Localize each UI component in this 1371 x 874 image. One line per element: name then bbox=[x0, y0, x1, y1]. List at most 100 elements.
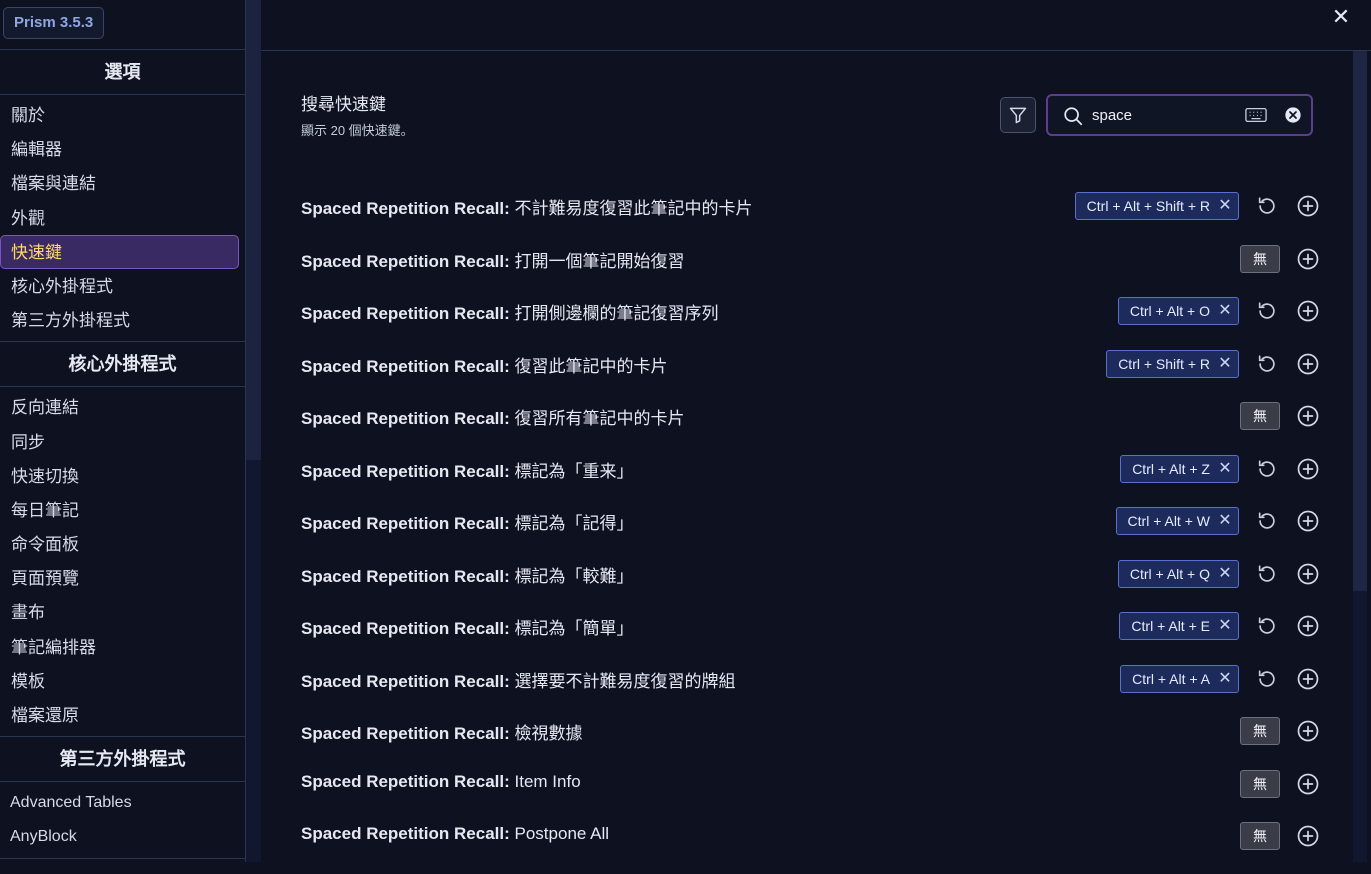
remove-hotkey-icon[interactable]: ✕ bbox=[1218, 565, 1232, 581]
version-header: Prism 3.5.3 bbox=[0, 0, 245, 50]
add-icon[interactable] bbox=[1295, 351, 1321, 377]
plugin-name: Spaced Repetition Recall: bbox=[301, 199, 510, 218]
sidebar-item[interactable]: 檔案與連結 bbox=[0, 166, 239, 200]
sidebar-item[interactable]: 同步 bbox=[0, 425, 239, 459]
hotkey-list: Spaced Repetition Recall: 不計難易度復習此筆記中的卡片… bbox=[301, 180, 1321, 863]
sidebar-item[interactable]: 筆記編排器 bbox=[0, 630, 239, 664]
command-name: 復習此筆記中的卡片 bbox=[514, 356, 668, 376]
add-icon[interactable] bbox=[1295, 298, 1321, 324]
close-icon[interactable]: ✕ bbox=[1329, 5, 1353, 29]
sidebar-section-title: 選項 bbox=[0, 50, 245, 95]
no-hotkey-badge: 無 bbox=[1240, 822, 1280, 850]
add-icon[interactable] bbox=[1295, 771, 1321, 797]
hotkey-row: Spaced Repetition Recall: 不計難易度復習此筆記中的卡片… bbox=[301, 180, 1321, 233]
hotkey-command-label: Spaced Repetition Recall: 打開側邊欄的筆記復習序列 bbox=[301, 299, 719, 324]
hotkey-chip[interactable]: Ctrl + Alt + Shift + R ✕ bbox=[1074, 192, 1239, 220]
hotkey-row: Spaced Repetition Recall: 標記為「記得」 Ctrl + … bbox=[301, 495, 1321, 548]
keyboard-icon[interactable] bbox=[1245, 106, 1267, 124]
remove-hotkey-icon[interactable]: ✕ bbox=[1218, 618, 1232, 634]
reset-icon[interactable] bbox=[1254, 508, 1280, 534]
command-name: 標記為「簡單」 bbox=[514, 619, 634, 638]
hotkey-controls: Ctrl + Alt + W ✕ bbox=[1115, 506, 1321, 536]
search-input[interactable] bbox=[1092, 104, 1232, 126]
command-name: 復習所有筆記中的卡片 bbox=[514, 409, 685, 428]
command-name: 打開側邊欄的筆記復習序列 bbox=[514, 304, 719, 323]
plugin-name: Spaced Repetition Recall: bbox=[301, 671, 510, 691]
hotkey-chip[interactable]: Ctrl + Alt + Z ✕ bbox=[1120, 454, 1239, 483]
sidebar-item[interactable]: 命令面板 bbox=[0, 527, 239, 561]
sidebar-item[interactable]: 檔案還原 bbox=[0, 698, 239, 732]
reset-icon[interactable] bbox=[1254, 351, 1280, 377]
sidebar-item[interactable]: 關於 bbox=[0, 98, 239, 132]
clear-icon[interactable] bbox=[1284, 106, 1302, 124]
filter-icon bbox=[1009, 107, 1027, 124]
hotkey-chip[interactable]: Ctrl + Alt + W ✕ bbox=[1115, 507, 1239, 535]
remove-hotkey-icon[interactable]: ✕ bbox=[1218, 670, 1232, 686]
hotkey-command-label: Spaced Repetition Recall: 標記為「較難」 bbox=[301, 562, 634, 587]
search-result-count: 顯示 20 個快速鍵。 bbox=[301, 123, 414, 138]
sidebar-item[interactable]: 外觀 bbox=[0, 201, 239, 235]
hotkey-controls: 無 bbox=[1240, 769, 1321, 799]
reset-icon[interactable] bbox=[1254, 193, 1280, 219]
panel-scrollbar-thumb[interactable] bbox=[1353, 51, 1367, 591]
sidebar-item[interactable]: AnyBlock bbox=[0, 819, 239, 853]
sidebar-item[interactable]: 編輯器 bbox=[0, 132, 239, 166]
hotkey-controls: Ctrl + Alt + O ✕ bbox=[1117, 296, 1321, 326]
sidebar-item[interactable]: 第三方外掛程式 bbox=[0, 303, 239, 337]
hotkey-controls: 無 bbox=[1240, 821, 1321, 851]
sidebar-scrollbar[interactable] bbox=[246, 0, 261, 862]
plugin-name: Spaced Repetition Recall: bbox=[301, 304, 510, 323]
sidebar-item[interactable]: Advanced Tables bbox=[0, 785, 239, 819]
panel-scrollbar[interactable] bbox=[1353, 51, 1367, 862]
sidebar-item[interactable]: 核心外掛程式 bbox=[0, 269, 239, 303]
plugin-name: Spaced Repetition Recall: bbox=[301, 771, 510, 791]
add-icon[interactable] bbox=[1295, 508, 1321, 534]
add-icon[interactable] bbox=[1295, 403, 1321, 429]
sidebar-item[interactable]: 反向連結 bbox=[0, 390, 239, 424]
add-icon[interactable] bbox=[1295, 718, 1321, 744]
remove-hotkey-icon[interactable]: ✕ bbox=[1218, 513, 1232, 529]
remove-hotkey-icon[interactable]: ✕ bbox=[1218, 460, 1232, 476]
hotkey-chip-label: Ctrl + Alt + Q bbox=[1129, 565, 1210, 582]
remove-hotkey-icon[interactable]: ✕ bbox=[1218, 355, 1232, 371]
hotkey-search-box[interactable] bbox=[1046, 94, 1313, 136]
add-icon[interactable] bbox=[1295, 193, 1321, 219]
remove-hotkey-icon[interactable]: ✕ bbox=[1218, 303, 1232, 319]
version-badge[interactable]: Prism 3.5.3 bbox=[3, 7, 105, 39]
add-icon[interactable] bbox=[1295, 823, 1321, 849]
sidebar-item[interactable]: 頁面預覽 bbox=[0, 561, 239, 595]
hotkey-controls: Ctrl + Alt + E ✕ bbox=[1119, 611, 1321, 641]
sidebar-scrollbar-thumb[interactable] bbox=[246, 0, 261, 460]
add-icon[interactable] bbox=[1295, 666, 1321, 692]
hotkey-chip-label: Ctrl + Alt + E bbox=[1131, 618, 1210, 634]
add-icon[interactable] bbox=[1295, 456, 1321, 482]
hotkey-search-area: 搜尋快速鍵 顯示 20 個快速鍵。 bbox=[301, 90, 1313, 140]
reset-icon[interactable] bbox=[1254, 613, 1280, 639]
add-icon[interactable] bbox=[1295, 246, 1321, 272]
reset-icon[interactable] bbox=[1254, 666, 1280, 692]
command-name: 不計難易度復習此筆記中的卡片 bbox=[514, 199, 753, 218]
hotkey-chip[interactable]: Ctrl + Alt + E ✕ bbox=[1119, 612, 1239, 640]
hotkey-command-label: Spaced Repetition Recall: 復習此筆記中的卡片 bbox=[301, 352, 668, 377]
sidebar-item[interactable]: 快速切換 bbox=[0, 459, 239, 493]
sidebar-item[interactable]: 每日筆記 bbox=[0, 493, 239, 527]
hotkey-chip[interactable]: Ctrl + Shift + R ✕ bbox=[1106, 349, 1239, 378]
command-name: 打開一個筆記開始復習 bbox=[514, 251, 685, 271]
reset-icon[interactable] bbox=[1254, 561, 1280, 587]
add-icon[interactable] bbox=[1295, 561, 1321, 587]
hotkey-chip[interactable]: Ctrl + Alt + Q ✕ bbox=[1117, 559, 1239, 588]
sidebar-section-items: Advanced Tables AnyBlock bbox=[0, 782, 245, 859]
remove-hotkey-icon[interactable]: ✕ bbox=[1218, 198, 1232, 214]
hotkey-controls: 無 bbox=[1240, 716, 1321, 746]
reset-icon[interactable] bbox=[1254, 456, 1280, 482]
sidebar-item[interactable]: 畫布 bbox=[0, 595, 239, 629]
reset-icon[interactable] bbox=[1254, 298, 1280, 324]
hotkey-chip[interactable]: Ctrl + Alt + A ✕ bbox=[1120, 664, 1239, 693]
plugin-name: Spaced Repetition Recall: bbox=[301, 409, 510, 428]
hotkey-command-label: Spaced Repetition Recall: Postpone All bbox=[301, 824, 609, 844]
sidebar-item[interactable]: 快速鍵 bbox=[0, 234, 239, 269]
filter-button[interactable] bbox=[1000, 97, 1036, 133]
add-icon[interactable] bbox=[1295, 613, 1321, 639]
sidebar-item[interactable]: 模板 bbox=[0, 664, 239, 698]
hotkey-chip[interactable]: Ctrl + Alt + O ✕ bbox=[1117, 297, 1239, 325]
